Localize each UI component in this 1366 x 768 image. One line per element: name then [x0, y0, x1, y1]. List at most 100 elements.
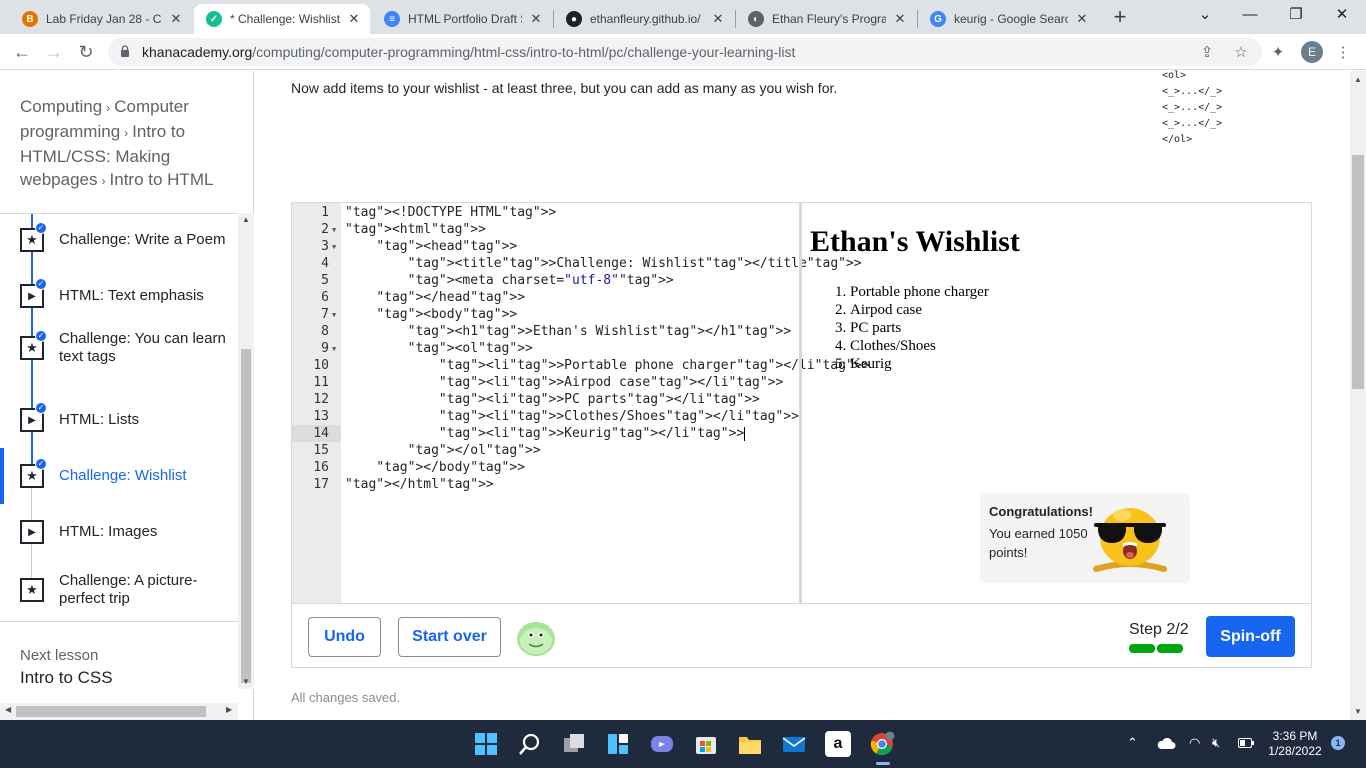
system-clock[interactable]: 3:36 PM 1/28/2022: [1266, 729, 1324, 759]
sidebar-lesson-item[interactable]: ▶ HTML: Images: [0, 512, 238, 552]
share-icon[interactable]: ⇪: [1198, 43, 1216, 61]
completed-check-icon: ✓: [35, 402, 47, 414]
sidebar-scrollbar[interactable]: ▲ ▼: [238, 213, 254, 689]
file-explorer-icon[interactable]: [737, 731, 763, 757]
chrome-icon[interactable]: [869, 731, 895, 757]
undo-button[interactable]: Undo: [308, 617, 381, 657]
browser-tab[interactable]: B Lab Friday Jan 28 - CS ✕: [10, 4, 192, 34]
sidebar-lesson-item[interactable]: ▶ ✓ HTML: Lists: [0, 400, 238, 440]
tab-close-icon[interactable]: ✕: [1074, 11, 1090, 27]
code-line[interactable]: 9 ▼ "tag"><ol"tag">>: [292, 340, 800, 357]
code-line[interactable]: 16 "tag"></body"tag">>: [292, 459, 800, 476]
sidebar-lesson-item[interactable]: ★ ✓ Challenge: Write a Poem: [0, 220, 238, 260]
line-number: 11: [313, 375, 329, 390]
search-icon[interactable]: [517, 731, 543, 757]
tab-search-chevron-icon[interactable]: ⌄: [1193, 4, 1217, 26]
scroll-down-arrow-icon[interactable]: ▼: [242, 677, 250, 686]
bookmark-star-icon[interactable]: ☆: [1232, 43, 1250, 61]
code-editor[interactable]: 1 "tag"><!DOCTYPE HTML"tag">> 2 ▼ "tag"><htm…: [292, 204, 869, 493]
kebab-menu-icon[interactable]: ⋮: [1334, 43, 1352, 61]
notification-badge[interactable]: 1: [1331, 736, 1345, 750]
code-text: "tag"></head"tag">>: [376, 290, 526, 305]
sidebar-lesson-item[interactable]: ▶ ✓ HTML: Text emphasis: [0, 276, 238, 316]
sidebar-horizontal-scrollbar[interactable]: ◀ ▶: [0, 703, 238, 720]
code-line[interactable]: 12 "tag"><li"tag">>PC parts"tag"></li"ta…: [292, 391, 800, 408]
onedrive-cloud-icon[interactable]: [1156, 736, 1176, 750]
new-tab-button[interactable]: +: [1110, 6, 1130, 28]
page-scrollbar[interactable]: ▲ ▼: [1350, 71, 1366, 720]
code-line[interactable]: 14 "tag"><li"tag">>Keurig"tag"></li"tag"…: [292, 425, 800, 442]
forward-arrow-icon[interactable]: →: [42, 40, 66, 64]
sidebar-lesson-item[interactable]: ★ ✓ Challenge: You can learn text tags: [0, 328, 238, 368]
page-scroll-thumb[interactable]: [1352, 155, 1364, 389]
minimize-button[interactable]: —: [1238, 4, 1262, 26]
extensions-puzzle-icon[interactable]: ✦: [1269, 43, 1287, 61]
breadcrumb-computing[interactable]: Computing: [20, 97, 102, 116]
scroll-up-arrow-icon[interactable]: ▲: [242, 215, 250, 224]
code-line[interactable]: 5 "tag"><meta charset="utf-8""tag">>: [292, 272, 800, 289]
code-line[interactable]: 7 ▼ "tag"><body"tag">>: [292, 306, 800, 323]
widgets-icon[interactable]: [605, 731, 631, 757]
close-window-button[interactable]: ✕: [1330, 4, 1354, 26]
fold-arrow-icon[interactable]: ▼: [332, 307, 336, 324]
tab-close-icon[interactable]: ✕: [346, 11, 362, 27]
code-line[interactable]: 3 ▼ "tag"><head"tag">>: [292, 238, 800, 255]
back-arrow-icon[interactable]: ←: [10, 40, 34, 64]
code-line[interactable]: 10 "tag"><li"tag">>Portable phone charge…: [292, 357, 869, 374]
code-line[interactable]: 2 ▼ "tag"><html"tag">>: [292, 221, 800, 238]
tab-title: ethanfleury.github.io/: [590, 12, 701, 26]
sidebar-scroll-thumb[interactable]: [241, 349, 251, 683]
task-view-icon[interactable]: [561, 731, 587, 757]
show-hidden-icons-chevron-icon[interactable]: ⌃: [1127, 735, 1138, 751]
code-line[interactable]: 17 "tag"></html"tag">>: [292, 476, 800, 493]
reload-icon[interactable]: ↻: [74, 40, 98, 64]
wifi-icon[interactable]: ◠: [1189, 735, 1200, 751]
mail-icon[interactable]: [781, 731, 807, 757]
start-over-button[interactable]: Start over: [398, 617, 501, 657]
page-scroll-up-icon[interactable]: ▲: [1354, 75, 1362, 84]
hint-blob-icon[interactable]: [516, 620, 556, 656]
windows-start-icon[interactable]: [473, 731, 499, 757]
horizontal-scroll-thumb[interactable]: [16, 706, 206, 717]
sidebar-lesson-item[interactable]: ★ Challenge: A picture-perfect trip: [0, 570, 238, 610]
code-line[interactable]: 4 "tag"><title"tag">>Challenge: Wishlist…: [292, 255, 861, 272]
browser-tab[interactable]: ● ethanfleury.github.io/ ✕: [554, 4, 734, 34]
preview-ordered-list: Portable phone chargerAirpod casePC part…: [850, 283, 989, 373]
spin-off-button[interactable]: Spin-off: [1206, 616, 1295, 657]
tab-close-icon[interactable]: ✕: [710, 11, 726, 27]
tab-favicon-icon: G: [930, 11, 946, 27]
chat-icon[interactable]: [649, 731, 675, 757]
volume-muted-icon[interactable]: 🔇︎: [1212, 735, 1220, 751]
sidebar-lesson-item[interactable]: ★ ✓ Challenge: Wishlist: [0, 448, 238, 504]
address-bar[interactable]: khanacademy.org/computing/computer-progr…: [108, 38, 1262, 66]
code-line[interactable]: 6 "tag"></head"tag">>: [292, 289, 800, 306]
scroll-right-arrow-icon[interactable]: ▶: [226, 705, 232, 714]
code-line[interactable]: 1 "tag"><!DOCTYPE HTML"tag">>: [292, 204, 800, 221]
browser-tab[interactable]: ◐ Ethan Fleury's Progran ✕: [736, 4, 916, 34]
browser-tab[interactable]: Gkeurig - Google Search ✕: [918, 4, 1098, 34]
code-line[interactable]: 11 "tag"><li"tag">>Airpod case"tag"></li…: [292, 374, 800, 391]
browser-tab[interactable]: ≡ HTML Portfolio Draft S ✕: [372, 4, 552, 34]
fold-arrow-icon[interactable]: ▼: [332, 222, 336, 239]
profile-avatar[interactable]: E: [1301, 41, 1323, 63]
tab-close-icon[interactable]: ✕: [168, 11, 184, 27]
fold-arrow-icon[interactable]: ▼: [332, 341, 336, 358]
browser-tab[interactable]: ✓ * Challenge: Wishlist | ✕: [194, 4, 370, 34]
amazon-icon[interactable]: a: [825, 731, 851, 757]
tab-close-icon[interactable]: ✕: [528, 11, 544, 27]
sunglasses-mascot-icon: [1093, 508, 1167, 572]
code-line[interactable]: 13 "tag"><li"tag">>Clothes/Shoes"tag"></…: [292, 408, 800, 425]
breadcrumb-intro-to-html[interactable]: Intro to HTML: [110, 170, 214, 189]
preview-list-item: Clothes/Shoes: [850, 337, 989, 355]
maximize-button[interactable]: ❐: [1284, 4, 1308, 26]
preview-heading: Ethan's Wishlist: [810, 225, 1020, 258]
page-scroll-down-icon[interactable]: ▼: [1354, 707, 1362, 716]
tab-close-icon[interactable]: ✕: [892, 11, 908, 27]
store-icon[interactable]: [693, 731, 719, 757]
battery-icon[interactable]: [1238, 738, 1254, 748]
fold-arrow-icon[interactable]: ▼: [332, 239, 336, 256]
next-lesson-link[interactable]: Next lesson Intro to CSS: [0, 621, 238, 688]
scroll-left-arrow-icon[interactable]: ◀: [5, 705, 11, 714]
code-line[interactable]: 8 "tag"><h1"tag">>Ethan's Wishlist"tag">…: [292, 323, 800, 340]
code-line[interactable]: 15 "tag"></ol"tag">>: [292, 442, 800, 459]
